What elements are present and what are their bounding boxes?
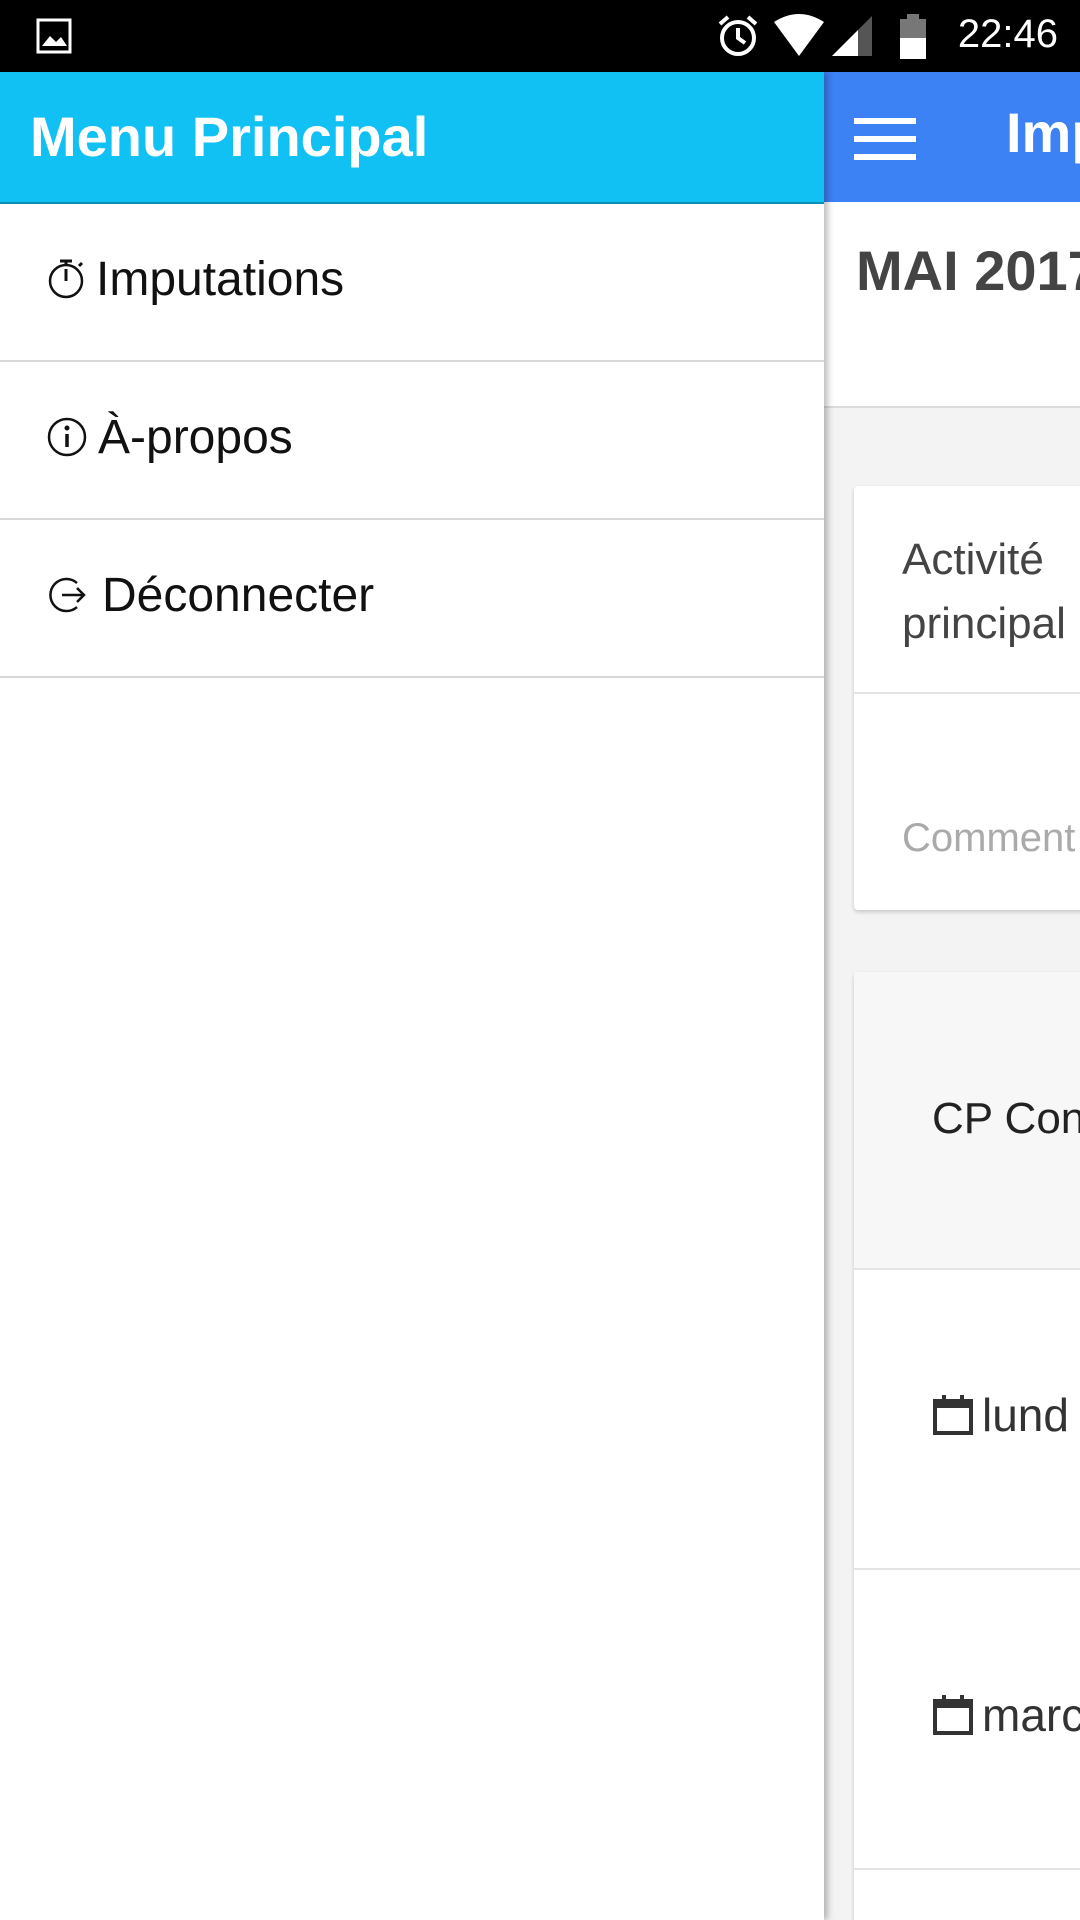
- category-header: CP Con: [854, 972, 1080, 1270]
- day-row[interactable]: lund: [854, 1270, 1080, 1570]
- hamburger-menu-icon[interactable]: [854, 118, 916, 160]
- month-label: MAI 2017: [856, 239, 1080, 302]
- alarm-icon: [718, 15, 758, 56]
- menu-item-label: Déconnecter: [102, 569, 375, 622]
- navigation-drawer: Menu Principal Imputations À-propos Déco…: [0, 72, 824, 1920]
- menu-item-label: Imputations: [96, 253, 345, 306]
- menu-item-deconnecter[interactable]: Déconnecter: [0, 520, 824, 678]
- stopwatch-icon: [48, 259, 84, 299]
- battery-icon: [900, 14, 926, 59]
- activity-card: Activité principal Comment: [854, 486, 1080, 910]
- menu-item-label: À-propos: [98, 411, 293, 464]
- day-label: lund: [982, 1389, 1069, 1441]
- logout-icon: [49, 577, 86, 613]
- status-bar: 22:46: [0, 0, 1080, 72]
- month-bar: [824, 202, 1080, 408]
- comment-input[interactable]: Comment: [902, 816, 1075, 861]
- menu-item-apropos[interactable]: À-propos: [0, 362, 824, 520]
- days-card: CP Con lund marc: [854, 972, 1080, 1920]
- day-row[interactable]: marc: [854, 1570, 1080, 1870]
- app-title: Imp: [1006, 101, 1080, 164]
- category-label: CP Con: [932, 1094, 1080, 1143]
- drawer-header: Menu Principal: [0, 72, 824, 204]
- status-time: 22:46: [957, 12, 1058, 56]
- menu-item-imputations[interactable]: Imputations: [0, 204, 824, 362]
- app-toolbar: Imp: [824, 72, 1080, 202]
- activity-label[interactable]: Activité principal: [902, 528, 1080, 656]
- calendar-icon: [933, 1695, 973, 1735]
- background-app: Imp MAI 2017 Activité principal Comment …: [824, 72, 1080, 1920]
- image-icon: [36, 18, 72, 54]
- day-label: marc: [982, 1689, 1080, 1741]
- info-icon: [47, 417, 87, 457]
- drawer-title: Menu Principal: [30, 105, 429, 168]
- signal-icon: [832, 16, 872, 56]
- wifi-icon: [774, 14, 824, 56]
- calendar-icon: [933, 1395, 973, 1435]
